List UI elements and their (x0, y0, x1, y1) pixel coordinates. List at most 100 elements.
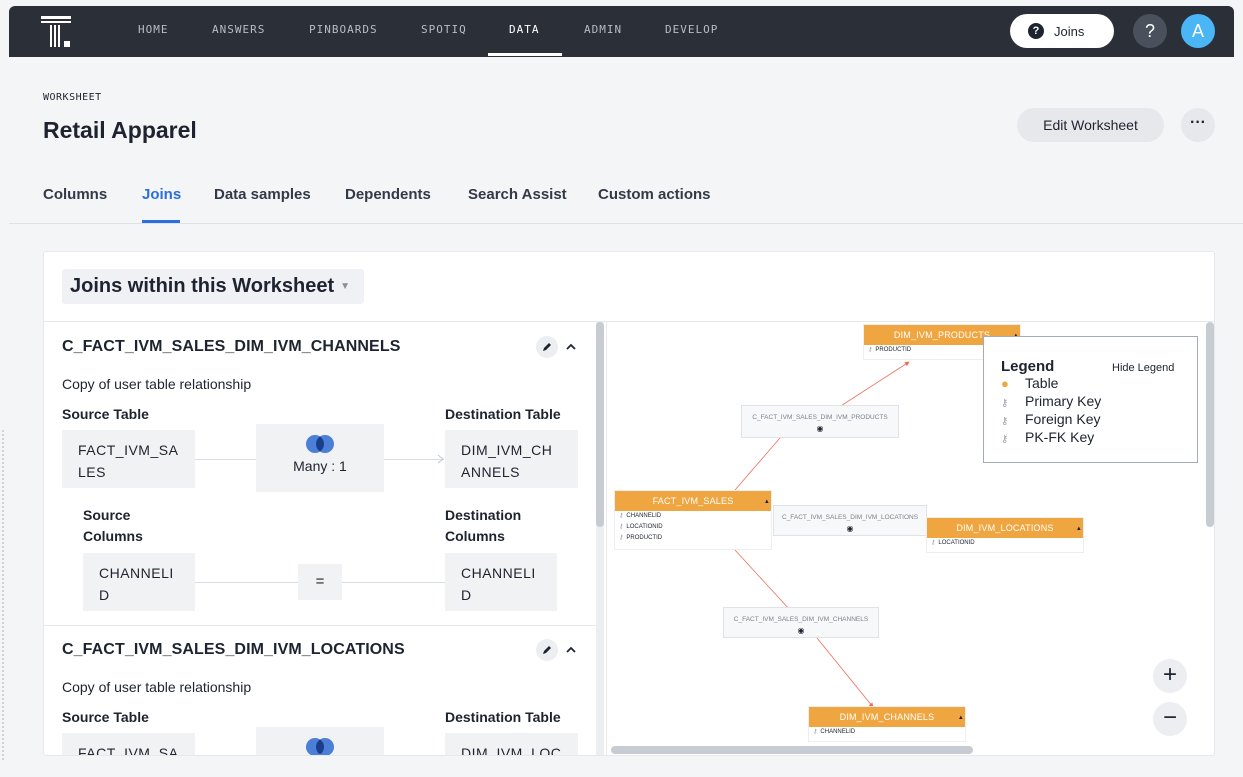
connector-line (342, 582, 445, 583)
help-topic-label: Joins (1054, 23, 1085, 39)
source-column-line-1: CHANNELI (99, 565, 174, 581)
chevron-up-icon[interactable] (563, 642, 579, 658)
pencil-icon (543, 343, 551, 351)
primary-key-icon: ⚷ (1001, 398, 1009, 409)
foreign-key-icon: ⚷ (1001, 416, 1009, 427)
table-node-column-name: LOCATIONID (938, 540, 975, 546)
join-node-name: C_FACT_IVM_SALES_DIM_IVM_PRODUCTS (752, 414, 888, 421)
nav-active-indicator (488, 53, 562, 56)
nav-data[interactable]: DATA (509, 6, 540, 57)
nav-spotiq[interactable]: SPOTIQ (421, 6, 467, 57)
tab-custom-actions[interactable]: Custom actions (598, 186, 711, 203)
join-list-scrollbar[interactable] (596, 322, 604, 755)
destination-table-label: Destination Table (445, 709, 561, 725)
table-node-sales[interactable]: FACT_IVM_SALES ▲ ⚷ CHANNELID ⚷ LOCATIONID ⚷… (614, 490, 772, 550)
key-icon: ⚷ (931, 540, 936, 546)
help-topic-button[interactable]: ? Joins (1010, 14, 1114, 48)
connector-line (195, 459, 257, 460)
legend-item-label: PK-FK Key (1025, 429, 1095, 445)
diagram-vertical-scrollbar[interactable] (1206, 322, 1214, 527)
tab-search-assist[interactable]: Search Assist (468, 186, 567, 203)
operator-box[interactable]: = (298, 564, 342, 600)
inner-join-icon: ◉ (846, 524, 854, 533)
edit-join-button[interactable] (536, 336, 558, 358)
table-node-locations[interactable]: DIM_IVM_LOCATIONS ▲ ⚷ LOCATIONID (926, 517, 1084, 553)
pk-fk-key-icon: ⚷ (1001, 434, 1009, 445)
table-node-header: DIM_IVM_CHANNELS ▲ (809, 707, 965, 727)
more-options-button[interactable]: ··· (1181, 108, 1215, 142)
table-node-column: ⚷ PRODUCTID (615, 533, 771, 544)
edit-join-button[interactable] (536, 639, 558, 661)
join-node-locations[interactable]: C_FACT_IVM_SALES_DIM_IVM_LOCATIONS ◉ (773, 505, 927, 536)
key-icon: ⚷ (619, 513, 624, 519)
scrollbar-thumb[interactable] (596, 322, 604, 527)
joins-panel: Joins within this Worksheet ▼ C_FACT_IVM_… (43, 251, 1215, 756)
connector-line (195, 582, 298, 583)
join-node-products[interactable]: C_FACT_IVM_SALES_DIM_IVM_PRODUCTS ◉ (741, 405, 899, 438)
cardinality-label: Many : 1 (293, 458, 347, 474)
zoom-out-button[interactable]: − (1153, 702, 1187, 736)
join-node-name: C_FACT_IVM_SALES_DIM_IVM_CHANNELS (733, 616, 869, 623)
page-title: Retail Apparel (43, 117, 197, 143)
table-node-name: DIM_IVM_CHANNELS (839, 712, 935, 722)
destination-table-box: DIM_IVM_LOC (445, 733, 578, 755)
diagram-legend: Legend Hide Legend ● Table ⚷ Primary Key ⚷… (983, 336, 1198, 463)
edge-sales-channels (734, 549, 791, 611)
join-list: C_FACT_IVM_SALES_DIM_IVM_CHANNELS Copy o… (44, 322, 597, 755)
source-column-line-2: D (99, 587, 110, 603)
source-columns-label-line-1: Source (83, 507, 131, 523)
source-table-box: FACT_IVM_SA (62, 733, 195, 755)
edit-worksheet-button[interactable]: Edit Worksheet (1017, 108, 1164, 142)
joins-scope-dropdown[interactable]: Joins within this Worksheet ▼ (62, 269, 364, 304)
tab-dependents[interactable]: Dependents (345, 186, 431, 203)
edge-sales-products (734, 437, 781, 491)
schema-diagram[interactable]: DIM_IVM_PRODUCTS▲ ⚷PRODUCTID C_FACT_IVM_… (606, 322, 1214, 755)
edge-sales-channels (816, 637, 874, 708)
table-node-column: ⚷ LOCATIONID (615, 522, 771, 533)
cardinality-card[interactable] (256, 727, 384, 755)
nav-pinboards[interactable]: PINBOARDS (309, 6, 378, 57)
hide-legend-button[interactable]: Hide Legend (1112, 362, 1174, 374)
table-node-column-name: PRODUCTID (875, 347, 912, 353)
inner-join-icon: ◉ (816, 424, 824, 433)
tab-data-samples[interactable]: Data samples (214, 186, 311, 203)
destination-column-line-2: D (461, 587, 472, 603)
nav-develop[interactable]: DEVELOP (665, 6, 718, 57)
destination-table-label: Destination Table (445, 406, 561, 422)
help-button[interactable]: ? (1133, 14, 1167, 48)
join-type-venn-icon (306, 435, 334, 453)
source-table-line-2: LES (78, 464, 106, 480)
diagram-horizontal-scrollbar[interactable] (611, 746, 973, 754)
cardinality-card[interactable]: Many : 1 (256, 424, 384, 492)
nav-home[interactable]: HOME (138, 6, 169, 57)
zoom-in-button[interactable]: + (1153, 659, 1187, 693)
tab-joins[interactable]: Joins (142, 186, 181, 203)
resize-corner-icon: ▲ (1075, 526, 1082, 532)
key-icon: ⚷ (619, 524, 624, 530)
nav-answers[interactable]: ANSWERS (212, 6, 265, 57)
table-node-header: DIM_IVM_LOCATIONS ▲ (927, 518, 1083, 538)
legend-title: Legend (1001, 358, 1055, 375)
table-dot-icon: ● (1001, 376, 1009, 391)
joins-scope-label: Joins within this Worksheet (70, 275, 335, 297)
legend-item-label: Table (1025, 375, 1059, 391)
key-icon: ⚷ (868, 347, 873, 353)
legend-item-label: Primary Key (1025, 393, 1102, 409)
destination-table-line-1: DIM_IVM_CH (461, 442, 553, 458)
nav-admin[interactable]: ADMIN (584, 6, 622, 57)
thoughtspot-logo-icon[interactable] (41, 16, 71, 48)
avatar[interactable]: A (1181, 14, 1215, 48)
chevron-up-icon[interactable] (563, 339, 579, 355)
join-name: C_FACT_IVM_SALES_DIM_IVM_CHANNELS (62, 338, 401, 355)
caret-down-icon: ▼ (340, 281, 351, 292)
source-table-label: Source Table (62, 709, 149, 725)
tab-columns[interactable]: Columns (43, 186, 107, 203)
tabs-divider (9, 223, 1243, 224)
table-node-channels[interactable]: DIM_IVM_CHANNELS ▲ ⚷ CHANNELID (808, 706, 966, 742)
table-node-name: DIM_IVM_LOCATIONS (956, 523, 1054, 533)
join-name: C_FACT_IVM_SALES_DIM_IVM_LOCATIONS (62, 641, 405, 658)
join-node-channels[interactable]: C_FACT_IVM_SALES_DIM_IVM_CHANNELS ◉ (723, 607, 879, 638)
table-node-name: DIM_IVM_PRODUCTS (893, 330, 991, 340)
destination-columns-label: Destination Columns (445, 505, 521, 547)
table-node-column: ⚷ LOCATIONID (927, 538, 1083, 549)
